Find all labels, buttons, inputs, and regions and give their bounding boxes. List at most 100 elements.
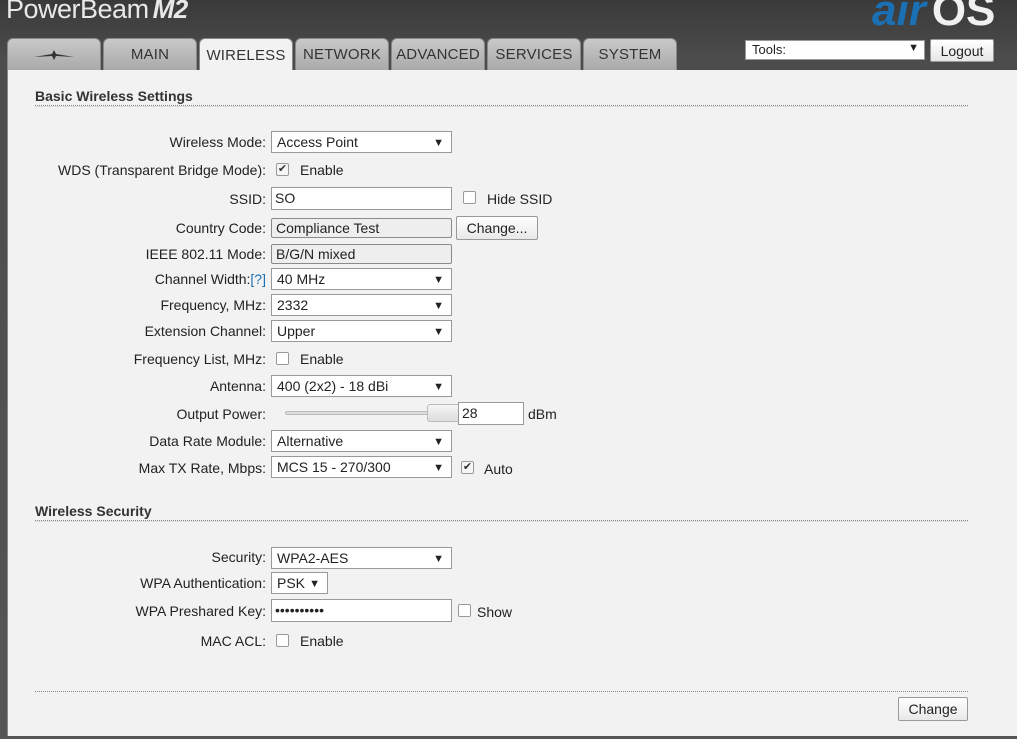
extension-channel-label: Extension Channel: — [144, 323, 266, 339]
max-tx-label: Max TX Rate, Mbps: — [138, 460, 266, 476]
ieee-mode-label: IEEE 802.11 Mode: — [145, 246, 266, 262]
wds-enable-checkbox[interactable]: ✔ — [276, 163, 289, 176]
ubiquiti-logo-icon — [32, 48, 76, 62]
chevron-down-icon: ▼ — [433, 553, 444, 565]
chevron-down-icon: ▼ — [433, 326, 444, 338]
brand-title: PowerBeam M2 — [6, 0, 188, 25]
channel-width-help-link[interactable]: [?] — [250, 271, 266, 287]
brand-model: M2 — [152, 0, 189, 24]
chevron-down-icon: ▼ — [433, 436, 444, 448]
chevron-down-icon: ▼ — [908, 42, 919, 54]
chevron-down-icon: ▼ — [433, 137, 444, 149]
channel-width-value: 40 MHz — [277, 271, 326, 287]
chevron-down-icon: ▼ — [433, 381, 444, 393]
chevron-down-icon: ▼ — [433, 462, 444, 474]
antenna-select[interactable]: 400 (2x2) - 18 dBi ▼ — [271, 375, 452, 397]
psk-show-label: Show — [477, 604, 513, 620]
output-power-label: Output Power: — [176, 406, 267, 422]
mac-acl-checkbox[interactable] — [276, 634, 289, 647]
security-label: Security: — [211, 549, 266, 565]
wpa-auth-select[interactable]: PSK ▼ — [271, 572, 328, 594]
tab-network[interactable]: NETWORK — [295, 38, 389, 70]
psk-input[interactable]: •••••••••• — [271, 599, 452, 622]
section-divider — [35, 520, 968, 522]
channel-width-select[interactable]: 40 MHz ▼ — [271, 268, 452, 290]
psk-label: WPA Preshared Key: — [135, 603, 266, 619]
logo-air: air — [872, 0, 926, 35]
extension-channel-select[interactable]: Upper ▼ — [271, 320, 452, 342]
wireless-security-title: Wireless Security — [35, 503, 152, 519]
tab-ubiquiti[interactable] — [7, 38, 101, 70]
output-power-unit: dBm — [528, 406, 557, 422]
antenna-label: Antenna: — [209, 378, 266, 394]
max-tx-select[interactable]: MCS 15 - 270/300 ▼ — [271, 456, 452, 478]
antenna-value: 400 (2x2) - 18 dBi — [277, 378, 389, 394]
channel-width-label-wrap: Channel Width:[?] — [8, 268, 266, 290]
wireless-mode-value: Access Point — [277, 134, 358, 150]
chevron-down-icon: ▼ — [433, 300, 444, 312]
wds-label: WDS (Transparent Bridge Mode): — [58, 162, 266, 178]
brand-name: PowerBeam — [6, 0, 149, 24]
frequency-list-enable-label: Enable — [300, 351, 344, 367]
wireless-mode-label-wrap: Wireless Mode: — [8, 131, 266, 153]
output-power-slider-handle[interactable] — [427, 404, 461, 422]
country-code-label: Country Code: — [175, 220, 266, 236]
tab-services[interactable]: SERVICES — [487, 38, 581, 70]
tab-wireless[interactable]: WIRELESS — [199, 38, 293, 71]
wpa-auth-label: WPA Authentication: — [140, 575, 266, 591]
frequency-label: Frequency, MHz: — [160, 297, 266, 313]
output-power-input[interactable]: 28 — [458, 402, 524, 425]
wds-enable-label: Enable — [300, 162, 344, 178]
extension-channel-value: Upper — [277, 323, 316, 339]
max-tx-auto-label: Auto — [484, 461, 513, 477]
chevron-down-icon: ▼ — [433, 274, 444, 286]
output-power-label-wrap: Output Power: — [8, 403, 267, 425]
security-label-wrap: Security: — [8, 546, 266, 568]
logo-os: OS — [931, 0, 996, 35]
tools-select-label: Tools: — [752, 42, 786, 57]
frequency-list-label: Frequency List, MHz: — [133, 351, 266, 367]
airos-logo: air OS — [872, 0, 995, 36]
security-select[interactable]: WPA2-AES ▼ — [271, 547, 452, 569]
wpa-auth-label-wrap: WPA Authentication: — [8, 572, 266, 594]
antenna-label-wrap: Antenna: — [8, 375, 266, 397]
basic-wireless-settings-title: Basic Wireless Settings — [35, 88, 193, 104]
change-button[interactable]: Change — [898, 697, 968, 721]
mac-acl-label-wrap: MAC ACL: — [8, 630, 266, 652]
data-rate-value: Alternative — [277, 433, 344, 449]
country-code-label-wrap: Country Code: — [8, 217, 266, 239]
tab-main[interactable]: MAIN — [103, 38, 197, 70]
frequency-list-label-wrap: Frequency List, MHz: — [8, 348, 266, 370]
section-divider — [35, 105, 968, 107]
wireless-settings-panel: Basic Wireless Settings Wireless Mode: A… — [7, 70, 1017, 736]
country-code-value: Compliance Test — [271, 218, 452, 238]
chevron-down-icon: ▼ — [309, 578, 320, 590]
hide-ssid-label: Hide SSID — [487, 191, 553, 207]
ssid-label-wrap: SSID: — [8, 188, 266, 210]
logout-button[interactable]: Logout — [930, 39, 994, 62]
security-value: WPA2-AES — [277, 550, 349, 566]
wpa-auth-value: PSK — [277, 575, 306, 591]
tools-select[interactable]: Tools: ▼ — [745, 40, 925, 60]
max-tx-auto-checkbox[interactable]: ✔ — [461, 461, 474, 474]
tab-system[interactable]: SYSTEM — [583, 38, 677, 70]
frequency-label-wrap: Frequency, MHz: — [8, 294, 266, 316]
data-rate-label-wrap: Data Rate Module: — [8, 430, 266, 452]
main-tabs: MAIN WIRELESS NETWORK ADVANCED SERVICES … — [7, 38, 677, 71]
psk-show-checkbox[interactable] — [458, 604, 471, 617]
frequency-select[interactable]: 2332 ▼ — [271, 294, 452, 316]
extension-channel-label-wrap: Extension Channel: — [8, 320, 266, 342]
tab-advanced[interactable]: ADVANCED — [391, 38, 485, 70]
ssid-input[interactable]: SO — [271, 187, 452, 210]
max-tx-value: MCS 15 - 270/300 — [277, 459, 391, 475]
psk-label-wrap: WPA Preshared Key: — [8, 600, 266, 622]
max-tx-label-wrap: Max TX Rate, Mbps: — [8, 457, 266, 479]
channel-width-label-group: Channel Width:[?] — [155, 268, 266, 290]
wireless-mode-select[interactable]: Access Point ▼ — [271, 131, 452, 153]
country-change-button[interactable]: Change... — [456, 216, 538, 240]
data-rate-label: Data Rate Module: — [149, 433, 266, 449]
data-rate-select[interactable]: Alternative ▼ — [271, 430, 452, 452]
hide-ssid-checkbox[interactable] — [463, 191, 476, 204]
ssid-label: SSID: — [229, 191, 266, 207]
frequency-list-checkbox[interactable] — [276, 352, 289, 365]
